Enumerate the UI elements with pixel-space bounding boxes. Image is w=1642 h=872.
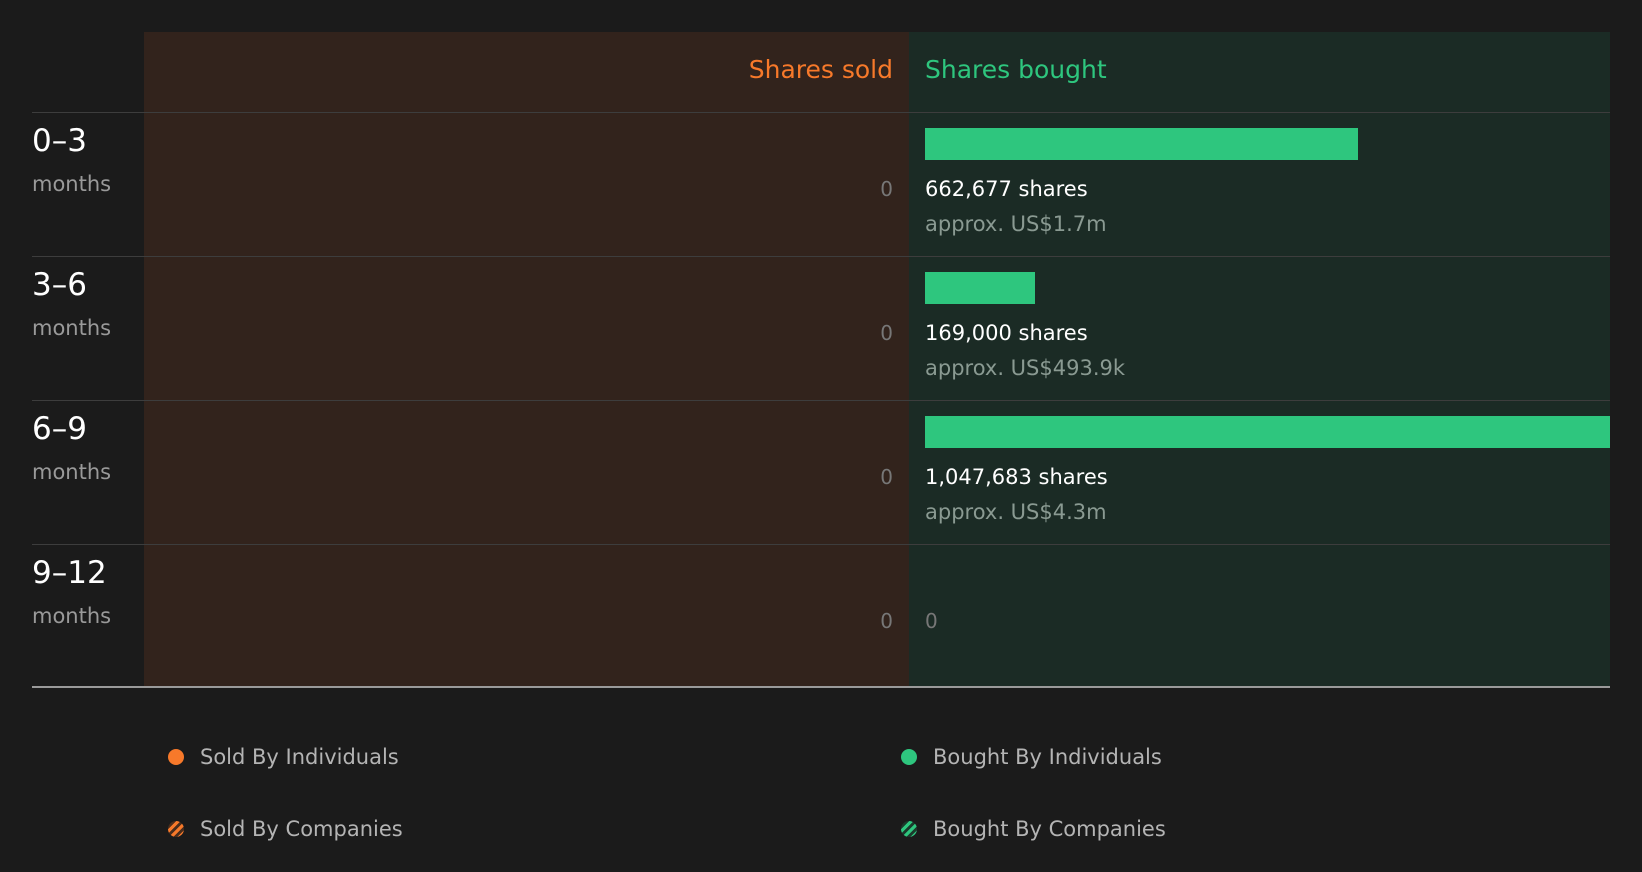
bought-approx-value: approx. US$4.3m: [925, 500, 1107, 524]
hatched-green-dot-icon: [901, 821, 917, 837]
bought-approx-value: approx. US$1.7m: [925, 212, 1107, 236]
bought-shares-label: 1,047,683 shares: [925, 465, 1108, 489]
shares-bought-header: Shares bought: [925, 55, 1107, 84]
legend-item-bought-individuals: Bought By Individuals: [901, 742, 1162, 772]
row-divider: [32, 112, 1610, 113]
legend-item-sold-companies: Sold By Companies: [168, 814, 403, 844]
bought-bar: [925, 416, 1610, 448]
legend-label: Sold By Companies: [200, 817, 403, 841]
period-label: 3–6: [32, 267, 87, 303]
legend-label: Bought By Companies: [933, 817, 1166, 841]
bought-bar: [925, 128, 1358, 160]
bought-shares-label: 662,677 shares: [925, 177, 1088, 201]
period-unit: months: [32, 172, 112, 196]
legend-item-bought-companies: Bought By Companies: [901, 814, 1166, 844]
shares-sold-panel: [144, 32, 909, 686]
bought-bar: [925, 272, 1035, 304]
legend-label: Sold By Individuals: [200, 745, 399, 769]
period-unit: months: [32, 316, 112, 340]
period-label: 0–3: [32, 123, 87, 159]
period-unit: months: [32, 460, 112, 484]
period-label: 9–12: [32, 555, 107, 591]
sold-value-label: 0: [880, 177, 893, 201]
row-divider: [32, 544, 1610, 545]
chart-baseline: [32, 686, 1610, 688]
bought-value-label: 0: [925, 609, 938, 633]
period-label: 6–9: [32, 411, 87, 447]
bought-approx-value: approx. US$493.9k: [925, 356, 1126, 380]
hatched-orange-dot-icon: [168, 821, 184, 837]
row-divider: [32, 256, 1610, 257]
period-unit: months: [32, 604, 112, 628]
insider-trading-chart: Shares sold Shares bought 0–3 months 0 6…: [0, 0, 1642, 700]
row-divider: [32, 400, 1610, 401]
legend-label: Bought By Individuals: [933, 745, 1162, 769]
solid-orange-dot-icon: [168, 749, 184, 765]
sold-value-label: 0: [880, 465, 893, 489]
legend-item-sold-individuals: Sold By Individuals: [168, 742, 399, 772]
sold-value-label: 0: [880, 321, 893, 345]
bought-shares-label: 169,000 shares: [925, 321, 1088, 345]
sold-value-label: 0: [880, 609, 893, 633]
shares-sold-header: Shares sold: [748, 55, 893, 84]
solid-green-dot-icon: [901, 749, 917, 765]
